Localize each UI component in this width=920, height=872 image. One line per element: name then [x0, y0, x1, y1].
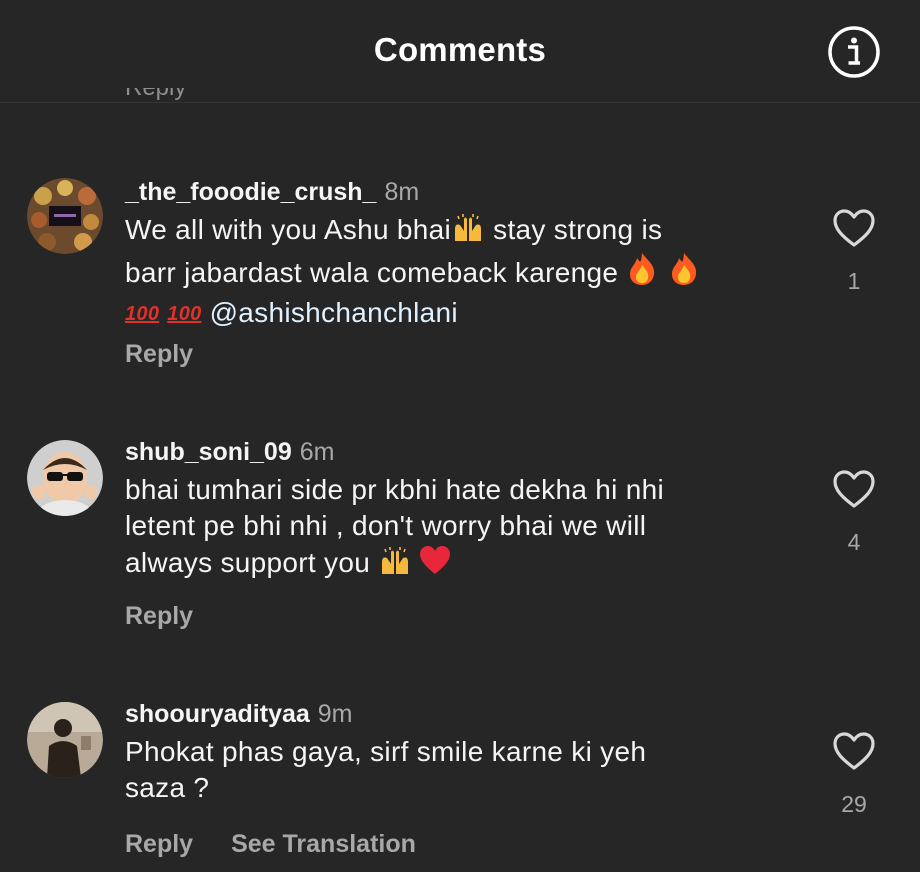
avatar[interactable] — [27, 178, 103, 254]
heart-icon[interactable] — [832, 208, 876, 248]
avatar[interactable] — [27, 702, 103, 778]
comment-meta: _the_fooodie_crush_ 8m — [125, 178, 419, 207]
like-count: 29 — [841, 791, 867, 817]
comment-text: bhai tumhari side pr kbhi hate dekha hi … — [125, 472, 775, 585]
red-heart-icon — [418, 544, 452, 585]
raising-hands-icon — [451, 213, 485, 252]
comment-text-line: Phokat phas gaya, sirf smile karne ki ye… — [125, 736, 647, 767]
comments-screen: Comments Reply — [0, 0, 920, 872]
username[interactable]: shub_soni_09 — [125, 438, 292, 466]
raising-hands-icon — [378, 546, 412, 585]
comment-actions: Reply — [125, 602, 193, 631]
like-count: 4 — [847, 529, 861, 555]
avatar[interactable] — [27, 440, 103, 516]
page-title: Comments — [373, 31, 547, 68]
hundred-points-icon: 100 — [167, 303, 202, 325]
comment-text: We all with you Ashu bhai stay strong is… — [125, 212, 775, 332]
timestamp: 8m — [384, 178, 420, 206]
comment-meta: shoouryadityaa 9m — [125, 700, 353, 729]
comment-text-line: We all with you Ashu bhai — [125, 214, 452, 245]
username[interactable]: _the_fooodie_crush_ — [125, 178, 376, 206]
comment-text-line: barr jabardast wala comeback karenge — [125, 257, 627, 288]
reply-button[interactable]: Reply — [125, 830, 193, 858]
fire-icon — [626, 252, 658, 295]
comment-actions: Reply See Translation — [125, 830, 416, 859]
hundred-points-icon: 100 — [125, 303, 160, 325]
comment-text-line: letent pe bhi nhi , don't worry bhai we … — [125, 510, 647, 541]
comment-actions: Reply — [125, 340, 193, 369]
comment-text-line: bhai tumhari side pr kbhi hate dekha hi … — [125, 474, 665, 505]
timestamp: 9m — [317, 700, 353, 728]
mention-link[interactable]: @ashishchanchlani — [210, 297, 458, 328]
comment-text: Phokat phas gaya, sirf smile karne ki ye… — [125, 734, 775, 806]
info-icon[interactable] — [826, 24, 882, 80]
heart-icon[interactable] — [832, 731, 876, 771]
comment-text-line: always support you — [125, 547, 379, 578]
comment-text-line: saza ? — [125, 772, 210, 803]
username[interactable]: shoouryadityaa — [125, 700, 310, 728]
reply-button[interactable]: Reply — [125, 340, 193, 368]
scrolled-off-reply: Reply — [125, 88, 185, 102]
like-count: 1 — [847, 268, 861, 294]
timestamp: 6m — [299, 438, 335, 466]
comment-text-line: stay strong is — [485, 214, 663, 245]
comment-meta: shub_soni_09 6m — [125, 438, 334, 467]
see-translation-button[interactable]: See Translation — [231, 830, 416, 858]
reply-button[interactable]: Reply — [125, 602, 193, 630]
fire-icon — [668, 252, 700, 295]
heart-icon[interactable] — [832, 469, 876, 509]
